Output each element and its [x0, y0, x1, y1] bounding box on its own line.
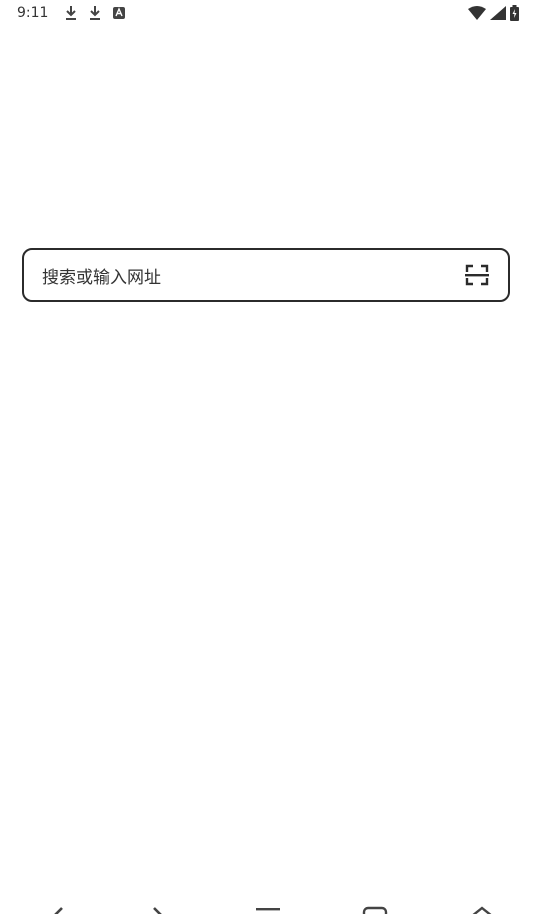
download-icon	[66, 6, 76, 20]
download-icon	[90, 6, 100, 20]
status-icons-left	[64, 5, 126, 21]
tabs-icon[interactable]	[360, 904, 392, 914]
battery-charging-icon	[510, 5, 519, 21]
menu-icon[interactable]	[252, 904, 284, 914]
home-icon[interactable]	[466, 904, 498, 914]
search-input[interactable]: 搜索或输入网址	[42, 263, 462, 288]
cellular-signal-icon	[490, 6, 506, 20]
search-bar[interactable]: 搜索或输入网址	[22, 248, 510, 302]
forward-icon[interactable]	[142, 904, 174, 914]
scan-button[interactable]	[462, 260, 492, 290]
back-icon[interactable]	[42, 904, 74, 914]
status-icons-right	[468, 5, 519, 21]
app-notification-icon	[113, 7, 125, 19]
status-time: 9:11	[17, 5, 49, 21]
wifi-icon	[468, 6, 486, 20]
bottom-navigation	[0, 900, 536, 914]
scan-icon	[465, 264, 489, 286]
status-bar: 9:11	[0, 0, 536, 30]
